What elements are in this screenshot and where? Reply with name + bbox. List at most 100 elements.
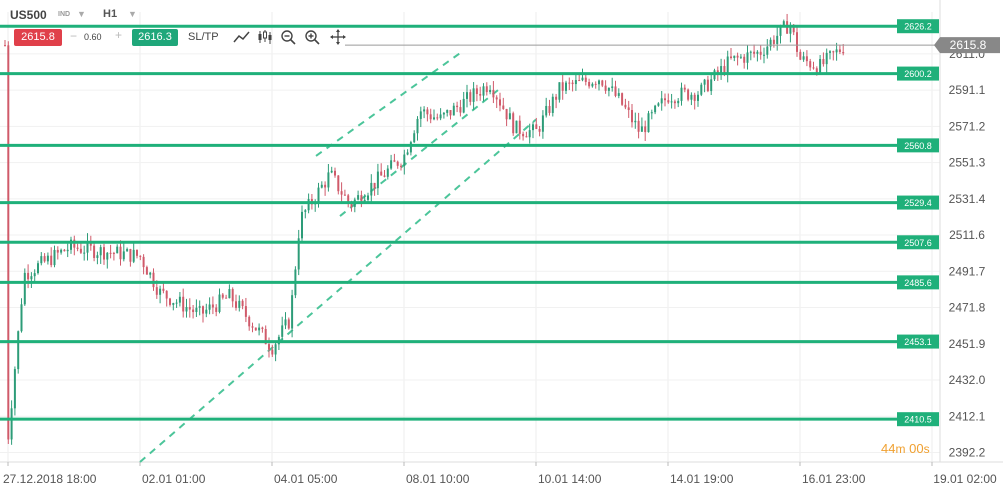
candlestick-icon[interactable] bbox=[256, 29, 274, 45]
candle-body bbox=[192, 309, 195, 313]
candle-body bbox=[172, 303, 175, 305]
candle-body bbox=[76, 247, 79, 249]
timer-min-unit: m bbox=[895, 442, 906, 456]
candle-body bbox=[33, 273, 36, 277]
candle-body bbox=[584, 77, 587, 82]
candle-body bbox=[152, 272, 155, 288]
symbol-type: IND bbox=[58, 11, 71, 18]
candle-body bbox=[83, 252, 86, 254]
y-tick-label: 2412.1 bbox=[949, 409, 986, 423]
level-label: 2600.2 bbox=[904, 69, 932, 79]
candle-body bbox=[756, 51, 759, 54]
candle-body bbox=[489, 89, 492, 93]
spread-value: 0.60 bbox=[84, 32, 102, 42]
timer-sec-unit: s bbox=[923, 442, 930, 456]
candle-body bbox=[739, 56, 742, 58]
horizontal-levels[interactable]: 2626.22600.22560.82529.42507.62485.62453… bbox=[0, 19, 939, 427]
candle-body bbox=[376, 171, 379, 189]
candle-body bbox=[532, 124, 534, 131]
y-tick-label: 2432.0 bbox=[949, 373, 986, 387]
chevron-down-icon[interactable]: ▼ bbox=[77, 9, 86, 19]
level-label: 2485.6 bbox=[904, 278, 932, 288]
candle-body bbox=[631, 110, 633, 123]
candle-body bbox=[30, 276, 33, 280]
y-tick-label: 2471.8 bbox=[949, 301, 986, 315]
candle-body bbox=[142, 256, 145, 268]
plus-icon[interactable]: + bbox=[115, 28, 122, 42]
candle-body bbox=[617, 93, 620, 96]
buy-button[interactable]: 2616.3 bbox=[132, 29, 178, 46]
candle-body bbox=[106, 252, 109, 260]
candle-body bbox=[512, 113, 515, 134]
candle-body bbox=[383, 175, 386, 177]
x-tick-label: 16.01 23:00 bbox=[802, 472, 866, 486]
x-tick-label: 04.01 05:00 bbox=[274, 472, 338, 486]
candle-body bbox=[198, 306, 201, 308]
y-tick-label: 2511.6 bbox=[949, 228, 985, 242]
zoom-out-icon[interactable] bbox=[280, 29, 298, 45]
candle-body bbox=[647, 113, 650, 133]
minus-icon[interactable]: − bbox=[70, 29, 77, 43]
candle-body bbox=[660, 98, 663, 104]
candle-body bbox=[248, 316, 251, 327]
candle-body bbox=[825, 52, 828, 65]
candle-body bbox=[175, 302, 178, 304]
candle-body bbox=[386, 168, 389, 177]
zoom-in-icon[interactable] bbox=[304, 29, 322, 45]
candle-body bbox=[185, 307, 188, 312]
candle-body bbox=[60, 249, 63, 253]
candle-body bbox=[218, 294, 221, 312]
candle-body bbox=[690, 94, 693, 100]
candle-body bbox=[136, 249, 138, 256]
level-label: 2410.5 bbox=[904, 415, 932, 425]
candle-body bbox=[357, 195, 360, 200]
line-chart-icon[interactable] bbox=[233, 29, 251, 45]
candle-body bbox=[373, 182, 376, 189]
candle-body bbox=[211, 304, 214, 308]
candle-body bbox=[763, 54, 765, 56]
candle-body bbox=[324, 184, 327, 188]
candle-body bbox=[657, 103, 660, 106]
candle-body bbox=[822, 59, 825, 65]
candle-body bbox=[238, 300, 241, 308]
timeframe-selector[interactable]: H1 bbox=[103, 8, 117, 20]
candle-body bbox=[634, 120, 637, 123]
candle-body bbox=[301, 211, 303, 239]
candle-body bbox=[304, 210, 307, 212]
candle-body bbox=[812, 67, 815, 69]
candle-body bbox=[548, 105, 551, 113]
candle-body bbox=[343, 194, 346, 196]
candle-body bbox=[258, 327, 261, 331]
candle-body bbox=[63, 249, 66, 252]
candle-body bbox=[505, 108, 508, 120]
candle-body bbox=[416, 118, 419, 134]
candle-body bbox=[515, 120, 518, 134]
chevron-down-icon[interactable]: ▼ bbox=[128, 9, 137, 19]
crosshair-icon[interactable] bbox=[329, 29, 347, 45]
candle-body bbox=[202, 306, 204, 314]
candle-body bbox=[640, 126, 643, 132]
candle-body bbox=[205, 309, 208, 314]
candle-body bbox=[462, 98, 465, 113]
channel-line-lower bbox=[139, 118, 537, 463]
candle-body bbox=[528, 130, 531, 138]
candle-body bbox=[759, 51, 762, 55]
candle-body bbox=[842, 52, 845, 54]
candle-body bbox=[456, 105, 459, 108]
candle-body bbox=[53, 249, 56, 266]
sltp-button[interactable]: SL/TP bbox=[188, 31, 219, 43]
symbol-name[interactable]: US500 bbox=[10, 8, 47, 22]
y-tick-label: 2392.2 bbox=[949, 446, 986, 460]
price-chart[interactable]: 2626.22600.22560.82529.42507.62485.62453… bbox=[0, 0, 1003, 494]
candle-body bbox=[27, 272, 30, 280]
candle-body bbox=[119, 246, 122, 260]
candle-body bbox=[20, 304, 23, 332]
candle-body bbox=[541, 115, 544, 132]
candle-body bbox=[208, 304, 211, 310]
candle-body bbox=[132, 249, 135, 262]
candle-body bbox=[479, 94, 482, 96]
candle-body bbox=[743, 56, 746, 63]
sell-button[interactable]: 2615.8 bbox=[14, 29, 62, 46]
candle-body bbox=[159, 288, 162, 295]
candle-body bbox=[436, 117, 439, 119]
